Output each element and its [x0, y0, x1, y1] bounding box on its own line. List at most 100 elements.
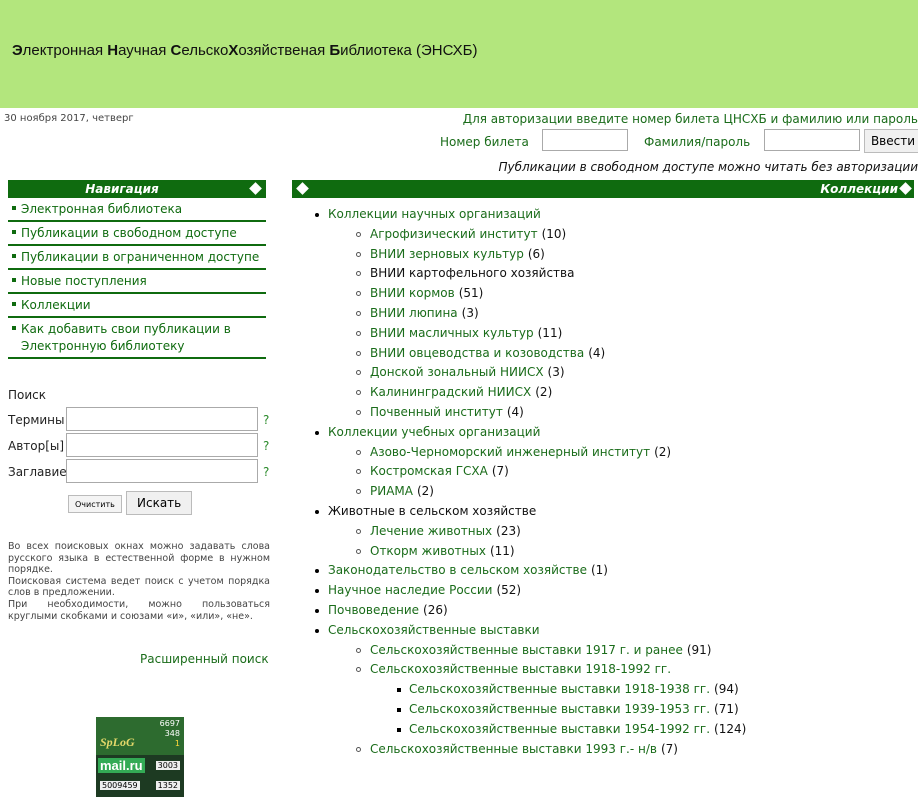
nav-item-collections[interactable]: Коллекции — [8, 294, 266, 318]
collections-header: Коллекции — [292, 180, 914, 198]
collection-item-level-1[interactable]: ВНИИ кормов (51) — [316, 284, 916, 304]
circle-bullet-icon — [356, 390, 361, 396]
collection-item-level-1[interactable]: ВНИИ масличных культур (11) — [316, 324, 916, 344]
authors-input[interactable] — [66, 433, 258, 457]
counter-value: 1 — [174, 739, 180, 748]
site-header: Электронная Научная СельскоХозяйственая … — [0, 0, 918, 108]
bullet-icon — [315, 509, 319, 514]
collection-item-level-0[interactable]: Коллекции научных организаций — [315, 205, 916, 225]
collection-item-level-2[interactable]: Сельскохозяйственные выставки 1918-1938 … — [316, 680, 916, 700]
collection-item-level-1[interactable]: Калининградский НИИСХ (2) — [316, 383, 916, 403]
collection-item-level-1[interactable]: Сельскохозяйственные выставки 1918-1992 … — [316, 660, 916, 680]
ticket-input[interactable] — [542, 129, 628, 151]
circle-bullet-icon — [356, 330, 361, 336]
collection-link[interactable]: Сельскохозяйственные выставки 1917 г. и … — [370, 643, 683, 657]
search-button[interactable]: Искать — [126, 491, 193, 515]
collection-link[interactable]: Сельскохозяйственные выставки — [328, 623, 540, 637]
collection-link[interactable]: ВНИИ люпина — [370, 306, 458, 320]
collection-item-level-0[interactable]: Коллекции учебных организаций — [315, 423, 916, 443]
collection-link[interactable]: Почвоведение — [328, 603, 419, 617]
mailru-logo: mail.ru — [98, 758, 145, 773]
collection-item-level-1[interactable]: Костромская ГСХА (7) — [316, 462, 916, 482]
collection-link[interactable]: Коллекции научных организаций — [328, 207, 541, 221]
collection-item-level-1[interactable]: ВНИИ зерновых культур (6) — [316, 245, 916, 265]
collection-count: (10) — [541, 226, 567, 241]
collection-link[interactable]: Костромская ГСХА — [370, 464, 488, 478]
clear-button[interactable]: Очистить — [68, 495, 122, 513]
collection-link[interactable]: Почвенный институт — [370, 405, 503, 419]
circle-bullet-icon — [356, 667, 361, 673]
collection-link[interactable]: Донской зональный НИИСХ — [370, 365, 544, 379]
counter-logo: SpLoG — [100, 735, 135, 749]
ticket-label: Номер билета — [440, 135, 529, 149]
diamond-icon — [899, 182, 912, 195]
circle-bullet-icon — [356, 469, 361, 475]
collection-link[interactable]: Сельскохозяйственные выставки 1954-1992 … — [409, 722, 710, 736]
nav-item-add-publications[interactable]: Как добавить свои публикации в Электронну… — [8, 318, 266, 359]
bullet-icon — [315, 608, 319, 613]
collection-link[interactable]: ВНИИ зерновых культур — [370, 247, 524, 261]
circle-bullet-icon — [356, 528, 361, 534]
title-input[interactable] — [66, 459, 258, 483]
collection-link[interactable]: ВНИИ кормов — [370, 286, 455, 300]
collection-link[interactable]: Сельскохозяйственные выставки 1993 г.- н… — [370, 742, 657, 756]
collection-item-level-0[interactable]: Сельскохозяйственные выставки — [315, 621, 916, 641]
collection-link[interactable]: Законодательство в сельском хозяйстве — [328, 563, 587, 577]
collection-count: (91) — [686, 642, 712, 657]
authors-help-link[interactable]: ? — [263, 439, 269, 453]
collection-item-level-1[interactable]: Откорм животных (11) — [316, 542, 916, 562]
nav-item-new-arrivals[interactable]: Новые поступления — [8, 270, 266, 294]
collection-item-level-0[interactable]: Научное наследие России (52) — [315, 581, 916, 601]
collection-link[interactable]: Откорм животных — [370, 544, 486, 558]
collection-count: (26) — [423, 602, 448, 617]
collection-count: (7) — [660, 741, 678, 756]
collection-count: (7) — [491, 464, 509, 479]
collection-item-level-1[interactable]: Азово-Черноморский инженерный институт (2… — [316, 443, 916, 463]
collection-item-level-1[interactable]: ВНИИ овцеводства и козоводства (4) — [316, 344, 916, 364]
collection-item-level-2[interactable]: Сельскохозяйственные выставки 1954-1992 … — [316, 720, 916, 740]
collection-count: (11) — [489, 543, 515, 558]
collection-item-level-1: ВНИИ картофельного хозяйства — [316, 264, 916, 284]
collection-item-level-1[interactable]: РИАМА (2) — [316, 482, 916, 502]
collection-link[interactable]: Сельскохозяйственные выставки 1918-1938 … — [409, 682, 710, 696]
bullet-icon — [12, 206, 16, 210]
circle-bullet-icon — [356, 647, 361, 653]
collection-link[interactable]: Коллекции учебных организаций — [328, 425, 540, 439]
collection-item-level-1[interactable]: Агрофизический институт (10) — [316, 225, 916, 245]
nav-item-free-access[interactable]: Публикации в свободном доступе — [8, 222, 266, 246]
circle-bullet-icon — [356, 370, 361, 376]
bullet-icon — [315, 569, 319, 574]
collection-link[interactable]: Азово-Черноморский инженерный институт — [370, 445, 650, 459]
nav-item-library[interactable]: Электронная библиотека — [8, 198, 266, 222]
collection-item-level-0[interactable]: Почвоведение (26) — [315, 601, 916, 621]
collection-link[interactable]: Лечение животных — [370, 524, 492, 538]
collection-link[interactable]: ВНИИ масличных культур — [370, 326, 534, 340]
collection-item-level-1[interactable]: Почвенный институт (4) — [316, 403, 916, 423]
password-input[interactable] — [764, 129, 860, 151]
terms-help-link[interactable]: ? — [263, 413, 269, 427]
collection-link[interactable]: Калининградский НИИСХ — [370, 385, 531, 399]
bullet-icon — [12, 230, 16, 234]
collection-link[interactable]: Агрофизический институт — [370, 227, 538, 241]
visit-counter-badge[interactable]: SpLoG 6697 348 1 mail.ru 3003 5009459 13… — [96, 717, 184, 797]
collection-link[interactable]: РИАМА — [370, 484, 413, 498]
collection-item-level-1[interactable]: Сельскохозяйственные выставки 1917 г. и … — [316, 641, 916, 661]
collection-link[interactable]: Сельскохозяйственные выставки 1918-1992 … — [370, 662, 671, 676]
bullet-icon — [315, 589, 319, 594]
title-help-link[interactable]: ? — [263, 465, 269, 479]
collection-link[interactable]: Сельскохозяйственные выставки 1939-1953 … — [409, 702, 710, 716]
collection-item-level-0[interactable]: Законодательство в сельском хозяйстве (1) — [315, 561, 916, 581]
collection-item-level-2[interactable]: Сельскохозяйственные выставки 1939-1953 … — [316, 700, 916, 720]
collection-item-level-1[interactable]: ВНИИ люпина (3) — [316, 304, 916, 324]
nav-item-restricted-access[interactable]: Публикации в ограниченном доступе — [8, 246, 266, 270]
collection-item-level-1[interactable]: Сельскохозяйственные выставки 1993 г.- н… — [316, 740, 916, 760]
collection-link[interactable]: ВНИИ овцеводства и козоводства — [370, 346, 584, 360]
collection-item-level-1[interactable]: Донской зональный НИИСХ (3) — [316, 363, 916, 383]
login-button[interactable]: Ввести — [864, 129, 918, 153]
collection-link[interactable]: Научное наследие России — [328, 583, 492, 597]
advanced-search-link[interactable]: Расширенный поиск — [140, 652, 269, 666]
terms-input[interactable] — [66, 407, 258, 431]
collection-item-level-1[interactable]: Лечение животных (23) — [316, 522, 916, 542]
circle-bullet-icon — [356, 449, 361, 455]
free-access-note: Публикации в свободном доступе можно чит… — [498, 160, 918, 174]
